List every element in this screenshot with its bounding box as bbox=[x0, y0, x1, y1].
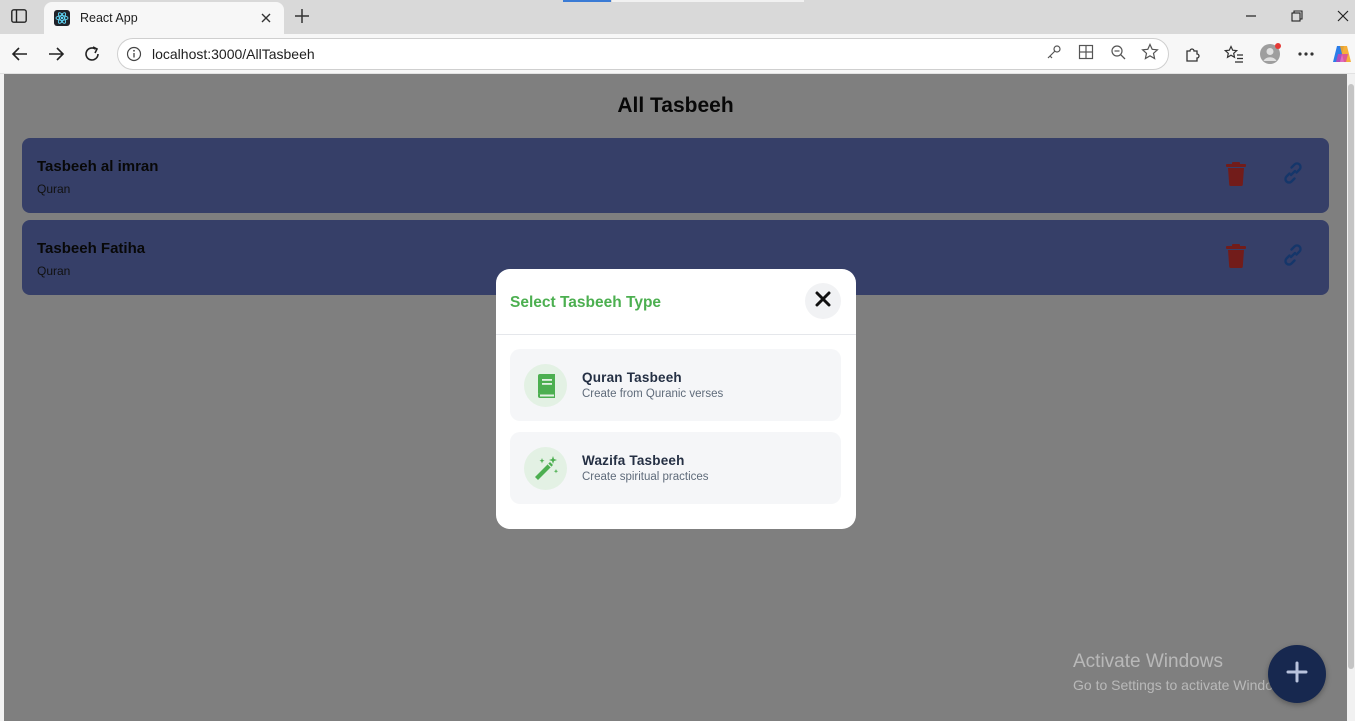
extensions-puzzle-icon[interactable] bbox=[1182, 43, 1204, 65]
favorites-list-icon[interactable] bbox=[1223, 43, 1245, 65]
option-quran-tasbeeh[interactable]: Quran Tasbeeh Create from Quranic verses bbox=[510, 349, 841, 421]
tab-close-icon[interactable] bbox=[258, 10, 274, 26]
app-grid-icon[interactable] bbox=[1077, 43, 1095, 61]
sidebar-toggle-icon[interactable] bbox=[10, 8, 28, 24]
tab-strip-indicator bbox=[563, 0, 611, 2]
option-title: Wazifa Tasbeeh bbox=[582, 453, 685, 468]
forward-arrow-icon[interactable] bbox=[45, 43, 67, 65]
zoom-out-icon[interactable] bbox=[1109, 43, 1127, 61]
browser-toolbar: localhost:3000/AllTasbeeh bbox=[0, 34, 1355, 74]
key-icon[interactable] bbox=[1045, 43, 1063, 61]
page-viewport: All Tasbeeh Tasbeeh al imran Quran Tasbe… bbox=[4, 74, 1347, 721]
watermark-line-2: Go to Settings to activate Windows. bbox=[1073, 677, 1294, 693]
site-info-icon[interactable] bbox=[126, 46, 142, 62]
back-arrow-icon[interactable] bbox=[9, 43, 31, 65]
page-scrollbar[interactable] bbox=[1347, 74, 1355, 721]
select-type-modal: Select Tasbeeh Type Quran Tasbeeh Create… bbox=[496, 269, 856, 529]
option-subtitle: Create from Quranic verses bbox=[582, 388, 724, 400]
refresh-icon[interactable] bbox=[81, 43, 103, 65]
minimize-icon[interactable] bbox=[1241, 6, 1261, 26]
new-tab-icon[interactable] bbox=[292, 6, 312, 26]
browser-tab[interactable]: React App bbox=[44, 2, 284, 34]
book-icon bbox=[524, 364, 567, 407]
window-close-icon[interactable] bbox=[1333, 6, 1353, 26]
tab-title: React App bbox=[80, 11, 138, 25]
browser-tabbar: React App bbox=[0, 0, 1355, 34]
more-options-icon[interactable] bbox=[1295, 43, 1317, 65]
plus-icon bbox=[1286, 661, 1308, 688]
add-tasbeeh-button[interactable] bbox=[1268, 645, 1326, 703]
windows-activation-watermark: Activate Windows Go to Settings to activ… bbox=[1073, 651, 1294, 693]
scrollbar-thumb[interactable] bbox=[1348, 84, 1354, 669]
favorite-star-icon[interactable] bbox=[1141, 43, 1159, 61]
copilot-icon[interactable] bbox=[1331, 43, 1353, 65]
profile-avatar-icon[interactable] bbox=[1259, 43, 1281, 65]
react-logo-icon bbox=[54, 10, 70, 26]
modal-header: Select Tasbeeh Type bbox=[496, 269, 856, 335]
magic-wand-icon bbox=[524, 447, 567, 490]
option-title: Quran Tasbeeh bbox=[582, 370, 682, 385]
restore-icon[interactable] bbox=[1287, 6, 1307, 26]
modal-close-button[interactable] bbox=[805, 283, 841, 319]
close-icon bbox=[815, 291, 831, 312]
url-text: localhost:3000/AllTasbeeh bbox=[152, 46, 315, 62]
option-subtitle: Create spiritual practices bbox=[582, 471, 709, 483]
modal-title: Select Tasbeeh Type bbox=[510, 294, 662, 311]
address-bar[interactable]: localhost:3000/AllTasbeeh bbox=[117, 38, 1169, 70]
option-wazifa-tasbeeh[interactable]: Wazifa Tasbeeh Create spiritual practice… bbox=[510, 432, 841, 504]
watermark-line-1: Activate Windows bbox=[1073, 651, 1223, 672]
tab-strip-track bbox=[612, 0, 804, 2]
